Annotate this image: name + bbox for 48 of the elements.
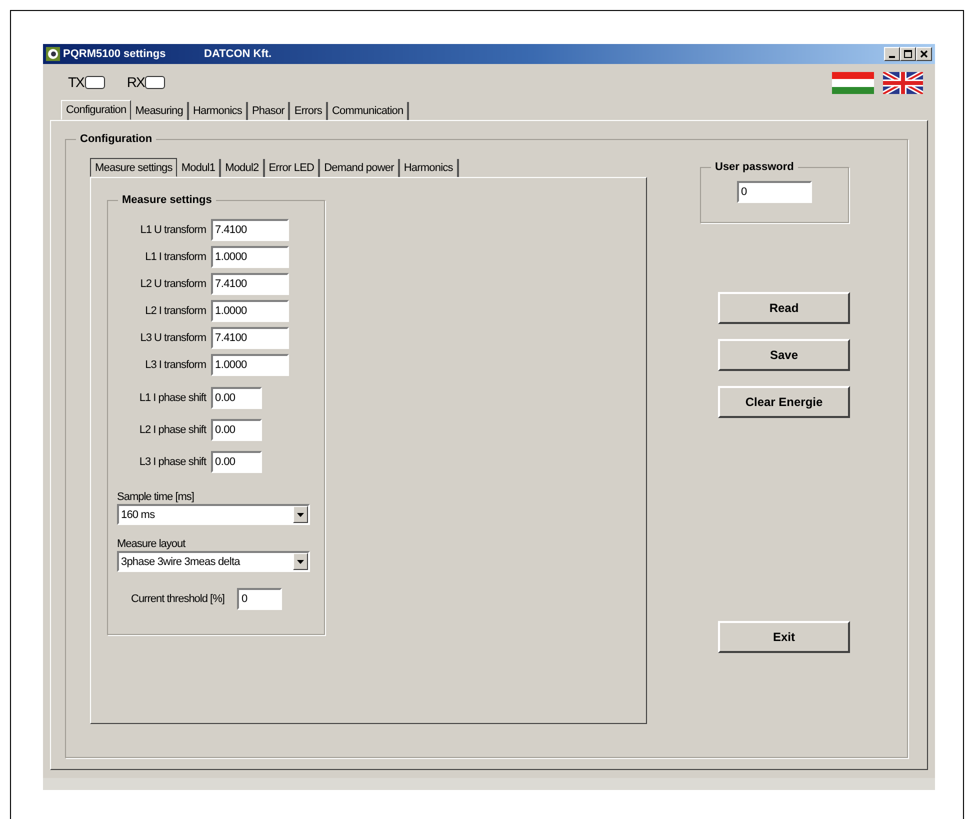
field-label: L3 U transform [139,332,207,344]
field-label: L2 U transform [139,278,207,290]
app-icon [46,47,60,61]
field-label: Current threshold [%] [131,593,224,605]
input-field[interactable]: 1.0000 [211,246,289,268]
field-label: L1 U transform [139,224,207,236]
exit-button[interactable]: Exit [718,621,850,653]
dropdown-arrow-icon [297,560,304,564]
tab[interactable]: Measure settings [90,158,178,177]
field-label: L3 I transform [144,358,207,370]
input-field[interactable]: 0.00 [211,451,262,473]
field-label: L2 I phase shift [138,424,208,436]
password-field[interactable]: 0 [737,181,812,203]
input-field[interactable]: 1.0000 [211,354,289,376]
indicator-label: RX [126,74,144,90]
tab[interactable]: Configuration [61,100,132,120]
input-field[interactable]: 7.4100 [211,218,289,240]
field-label: Measure layout [117,537,187,551]
minimize-button[interactable] [884,47,900,61]
input-field[interactable]: 0.00 [211,419,262,441]
hungarian-flag-icon[interactable] [832,72,874,94]
british-flag-icon[interactable] [883,72,923,94]
dropdown[interactable]: 3phase 3wire 3meas delta [117,551,310,572]
action-button[interactable]: Read [718,292,850,324]
close-icon [920,50,928,58]
indicator-label: TX [68,74,84,90]
dropdown-arrow-icon [297,512,304,516]
window-subtitle: DATCON Kft. [204,48,273,60]
input-field[interactable]: 7.4100 [211,272,289,294]
field-label: L2 I transform [144,304,207,316]
close-button[interactable] [916,47,932,61]
maximize-icon [904,50,912,58]
input-field[interactable]: 1.0000 [211,300,289,322]
field-label: L3 I phase shift [138,456,208,468]
field-label: L1 I phase shift [138,392,208,404]
input-field[interactable]: 7.4100 [211,326,289,348]
field-label: Sample time [ms] [117,490,195,504]
dropdown[interactable]: 160 ms [117,504,310,525]
group-title: Configuration [79,133,154,145]
input-field[interactable]: 0 [237,588,282,610]
input-field[interactable]: 0.00 [211,387,262,409]
window-title: PQRM5100 settings [63,48,167,60]
field-label: L1 I transform [144,250,207,262]
group-title: User password [714,161,795,173]
action-button[interactable]: Save [718,339,850,371]
group-title: Measure settings [121,194,213,206]
action-button[interactable]: Clear Energie [718,386,850,418]
maximize-button[interactable] [900,47,916,61]
